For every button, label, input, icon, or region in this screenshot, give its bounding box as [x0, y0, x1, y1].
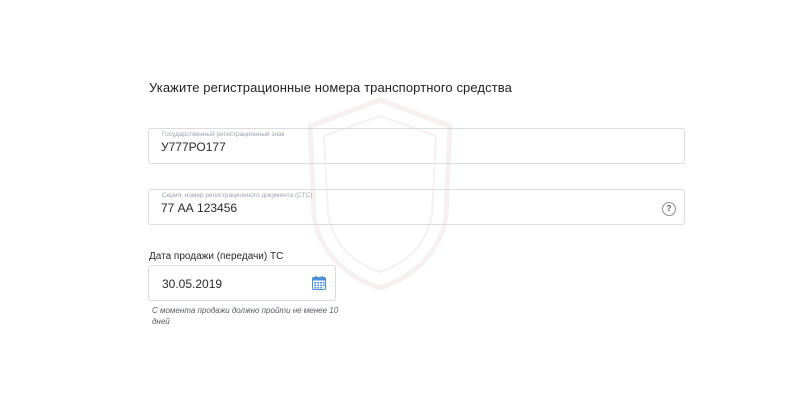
- sts-number-label: Серия, номер регистрационного документа …: [162, 192, 313, 199]
- sale-date-hint: С момента продажи должно пройти не менее…: [152, 306, 339, 326]
- form-title: Укажите регистрационные номера транспорт…: [149, 80, 512, 95]
- sale-date-field[interactable]: 30.05.2019: [148, 265, 336, 301]
- calendar-icon[interactable]: [312, 276, 326, 290]
- plate-number-value[interactable]: У777РО177: [161, 140, 226, 154]
- sale-date-label: Дата продажи (передачи) ТС: [149, 251, 284, 262]
- plate-number-field[interactable]: Государственный регистрационный знак У77…: [148, 128, 685, 164]
- plate-number-label: Государственный регистрационный знак: [162, 131, 285, 138]
- question-icon[interactable]: ?: [662, 202, 676, 216]
- registration-form-page: Укажите регистрационные номера транспорт…: [0, 0, 800, 400]
- sts-number-field[interactable]: Серия, номер регистрационного документа …: [148, 189, 685, 225]
- sale-date-value[interactable]: 30.05.2019: [162, 277, 222, 291]
- sts-number-value[interactable]: 77 АА 123456: [161, 201, 237, 215]
